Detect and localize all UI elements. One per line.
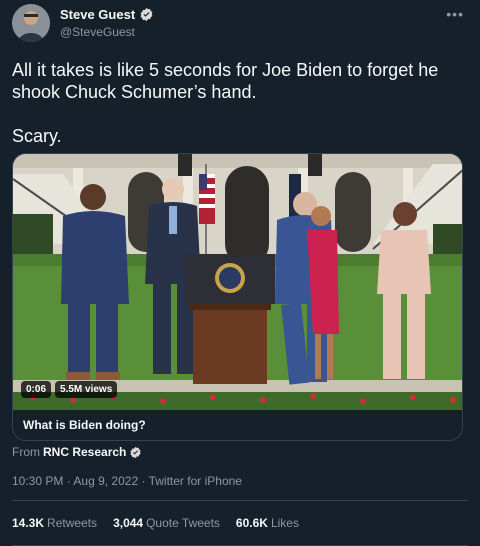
verified-badge-icon: [130, 446, 141, 458]
divider: [12, 500, 468, 501]
tweet-metadata: 10:30 PM · Aug 9, 2022 · Twitter for iPh…: [12, 474, 242, 488]
attribution-prefix: From: [12, 445, 40, 459]
tweet-time[interactable]: 10:30 PM: [12, 474, 63, 488]
tweet-card: Steve Guest @SteveGuest ••• All it takes…: [0, 0, 480, 546]
author-name[interactable]: Steve Guest: [60, 7, 135, 22]
engagement-stats: 14.3K Retweets 3,044 Quote Tweets 60.6K Lik…: [12, 516, 299, 530]
media-card[interactable]: 0:06 5.5M views What is Biden doing?: [12, 153, 463, 441]
more-options-icon[interactable]: •••: [446, 7, 464, 21]
tweet-client[interactable]: Twitter for iPhone: [149, 474, 242, 488]
author-block: Steve Guest @SteveGuest: [60, 7, 154, 39]
video-timestamp: 0:06: [21, 381, 52, 398]
tweet-date[interactable]: Aug 9, 2022: [73, 474, 138, 488]
attribution-source[interactable]: RNC Research: [43, 445, 126, 459]
video-frame-image: [13, 154, 462, 410]
meta-separator: ·: [66, 474, 71, 488]
retweets-stat[interactable]: 14.3K Retweets: [12, 516, 97, 530]
verified-badge-icon: [140, 7, 153, 22]
tweet-text: All it takes is like 5 seconds for Joe B…: [12, 60, 439, 146]
quote-tweets-stat[interactable]: 3,044 Quote Tweets: [113, 516, 220, 530]
video-views: 5.5M views: [55, 381, 118, 398]
likes-stat[interactable]: 60.6K Likes: [236, 516, 299, 530]
avatar[interactable]: [12, 4, 50, 42]
author-handle[interactable]: @SteveGuest: [60, 25, 154, 39]
media-attribution: From RNC Research: [12, 445, 142, 459]
media-caption[interactable]: What is Biden doing?: [13, 410, 462, 440]
video-info-overlay: 0:06 5.5M views: [21, 381, 118, 398]
meta-separator: ·: [141, 474, 146, 488]
video-player[interactable]: 0:06 5.5M views: [13, 154, 462, 410]
